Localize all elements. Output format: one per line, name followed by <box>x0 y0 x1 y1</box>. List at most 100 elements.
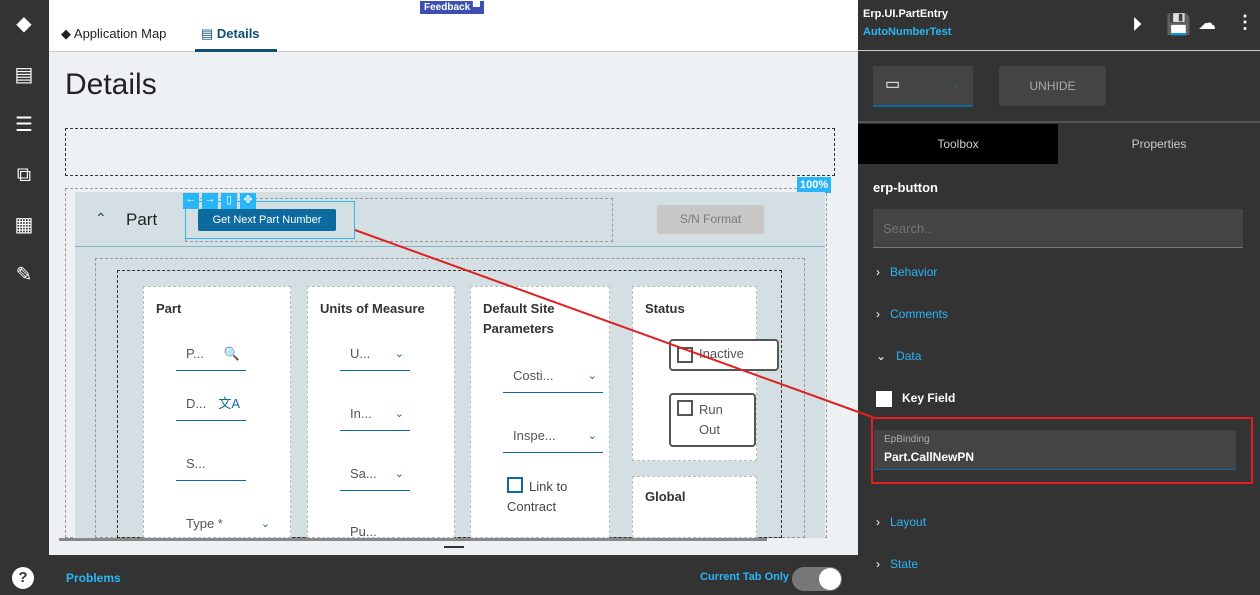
sn-format-button[interactable]: S/N Format <box>657 205 764 234</box>
site-column: Default Site Parameters Costi... ⌄ Inspe.… <box>470 286 610 538</box>
laptop-icon: ▭ <box>885 76 901 93</box>
column-title: Status <box>645 301 685 316</box>
more-icon[interactable]: ⋮ <box>1236 12 1254 33</box>
chevron-down-icon: ⌄ <box>260 518 270 530</box>
current-tab-only-toggle[interactable] <box>792 567 842 591</box>
chevron-right-icon: › <box>876 515 880 529</box>
divider <box>858 121 1260 123</box>
details-icon[interactable]: ▤ <box>12 63 36 87</box>
status-column: Status Inactive Run Out <box>632 286 779 461</box>
section-label: Comments <box>890 307 949 321</box>
description-field[interactable]: D... 文A <box>176 391 246 421</box>
chevron-down-icon: ⌄ <box>587 370 597 382</box>
problems-link[interactable]: Problems <box>66 571 121 585</box>
checkbox-label: Inactive <box>699 346 744 361</box>
tab-toolbox[interactable]: Toolbox <box>858 124 1058 164</box>
field-label: Inspe... <box>513 428 556 443</box>
costing-field[interactable]: Costi... ⌄ <box>503 363 603 393</box>
checkbox[interactable] <box>876 391 892 407</box>
checklist-icon[interactable]: ☰ <box>12 113 36 137</box>
collapse-chevron-icon[interactable]: ⌃ <box>95 210 107 227</box>
chevron-down-icon: ⌄ <box>394 408 404 420</box>
layers-icon: ◆ <box>61 26 74 41</box>
drag-icon[interactable]: ✥ <box>240 193 256 209</box>
play-icon[interactable]: ⏵ <box>1132 14 1142 37</box>
chevron-right-icon: › <box>876 265 880 279</box>
layer-name[interactable]: AutoNumberTest <box>863 26 951 38</box>
app-name: Erp.UI.PartEntry <box>863 8 948 20</box>
uom-column: Units of Measure U... ⌄ In... ⌄ Sa... ⌄ Pu.… <box>307 286 455 538</box>
horizontal-scrollbar[interactable] <box>59 538 767 541</box>
properties-panel: Erp.UI.PartEntry AutoNumberTest ⏵ 💾 ☁ ⋮ … <box>858 0 1260 595</box>
section-label: Behavior <box>890 265 938 279</box>
tab-application-map[interactable]: ◆ Application Map <box>61 26 166 52</box>
feedback-label: Feedback <box>424 2 471 13</box>
chevron-down-icon: ⌄ <box>876 349 887 363</box>
type-field[interactable]: Type * ⌄ <box>176 511 276 541</box>
part-column: Part P... 🔍 D... 文A S... Type * ⌄ <box>143 286 291 538</box>
checkbox[interactable] <box>507 477 523 493</box>
section-layout[interactable]: › Layout <box>876 515 926 529</box>
section-label: State <box>890 557 919 571</box>
device-select[interactable]: ▭ ⌄ <box>873 66 973 107</box>
zoom-badge: 100% <box>797 177 832 193</box>
column-title: Default Site Parameters <box>483 301 555 336</box>
translate-icon[interactable]: 文A <box>218 391 240 417</box>
sales-uom-field[interactable]: Sa... ⌄ <box>340 461 410 491</box>
divider <box>75 246 825 247</box>
selection-toolbar: ← → ▯ ✥ <box>183 193 256 209</box>
column-title: Part <box>156 301 182 316</box>
checkbox[interactable] <box>677 400 693 416</box>
search-word-field[interactable]: S... <box>176 451 246 481</box>
key-field-checkbox[interactable]: Key Field <box>876 391 955 407</box>
purchasing-uom-field[interactable]: Pu... <box>340 519 410 537</box>
unhide-button[interactable]: UNHIDE <box>999 66 1106 106</box>
field-value: Part.CallNewPN <box>884 450 975 464</box>
problems-bar: Problems Current Tab Only <box>49 555 858 595</box>
part-number-field[interactable]: P... 🔍 <box>176 341 246 371</box>
section-data[interactable]: ⌄ Data <box>876 349 921 363</box>
section-state[interactable]: › State <box>876 557 918 571</box>
chevron-down-icon: ⌄ <box>394 348 404 360</box>
divider <box>858 50 1260 51</box>
field-label: U... <box>350 346 371 361</box>
edit-doc-icon[interactable]: ✎ <box>12 263 36 287</box>
field-label: In... <box>350 406 372 421</box>
inventory-uom-field[interactable]: In... ⌄ <box>340 401 410 431</box>
current-tab-only-label: Current Tab Only <box>700 571 790 583</box>
feedback-button[interactable]: Feedback ▀ <box>420 1 485 14</box>
run-out-checkbox[interactable]: Run Out <box>669 393 756 447</box>
inactive-checkbox[interactable]: Inactive <box>669 339 779 371</box>
details-icon: ▤ <box>201 26 217 41</box>
resize-handle[interactable] <box>444 546 464 548</box>
checkbox[interactable] <box>677 346 693 363</box>
get-next-part-number-button[interactable]: Get Next Part Number <box>198 209 336 231</box>
tab-label: Details <box>216 26 260 41</box>
section-comments[interactable]: › Comments <box>876 307 948 321</box>
drop-zone <box>65 128 835 176</box>
page-title: Details <box>65 68 157 101</box>
delete-icon[interactable]: ▯ <box>221 193 237 209</box>
help-icon[interactable]: ? <box>12 567 34 589</box>
section-behavior[interactable]: › Behavior <box>876 265 937 279</box>
uom-class-field[interactable]: U... ⌄ <box>340 341 410 371</box>
search-icon[interactable]: 🔍 <box>224 341 240 367</box>
link-to-contract-checkbox[interactable]: Link to Contract <box>507 477 591 517</box>
tab-bar: ◆ Application Map ▤ Details Feedback ▀ <box>49 0 858 52</box>
chevron-right-icon: › <box>876 557 880 571</box>
checkbox-label: Key Field <box>902 391 956 406</box>
chevron-down-icon: ⌄ <box>951 79 961 91</box>
tab-details[interactable]: ▤ Details <box>195 26 277 52</box>
tab-properties[interactable]: Properties <box>1058 124 1260 164</box>
chevron-down-icon: ⌄ <box>587 430 597 442</box>
layers-icon[interactable]: ◆ <box>12 12 36 36</box>
ep-binding-field[interactable]: EpBinding Part.CallNewPN <box>874 430 1236 470</box>
grid-icon[interactable]: ▦ <box>12 213 36 237</box>
move-right-icon[interactable]: → <box>202 193 218 209</box>
upload-cloud-icon[interactable]: ☁ <box>1198 13 1216 34</box>
move-left-icon[interactable]: ← <box>183 193 199 209</box>
inspection-field[interactable]: Inspe... ⌄ <box>503 423 603 453</box>
search-input[interactable] <box>873 209 1243 248</box>
flow-icon[interactable]: ⧉ <box>12 163 36 187</box>
save-icon[interactable]: 💾 <box>1166 12 1191 37</box>
